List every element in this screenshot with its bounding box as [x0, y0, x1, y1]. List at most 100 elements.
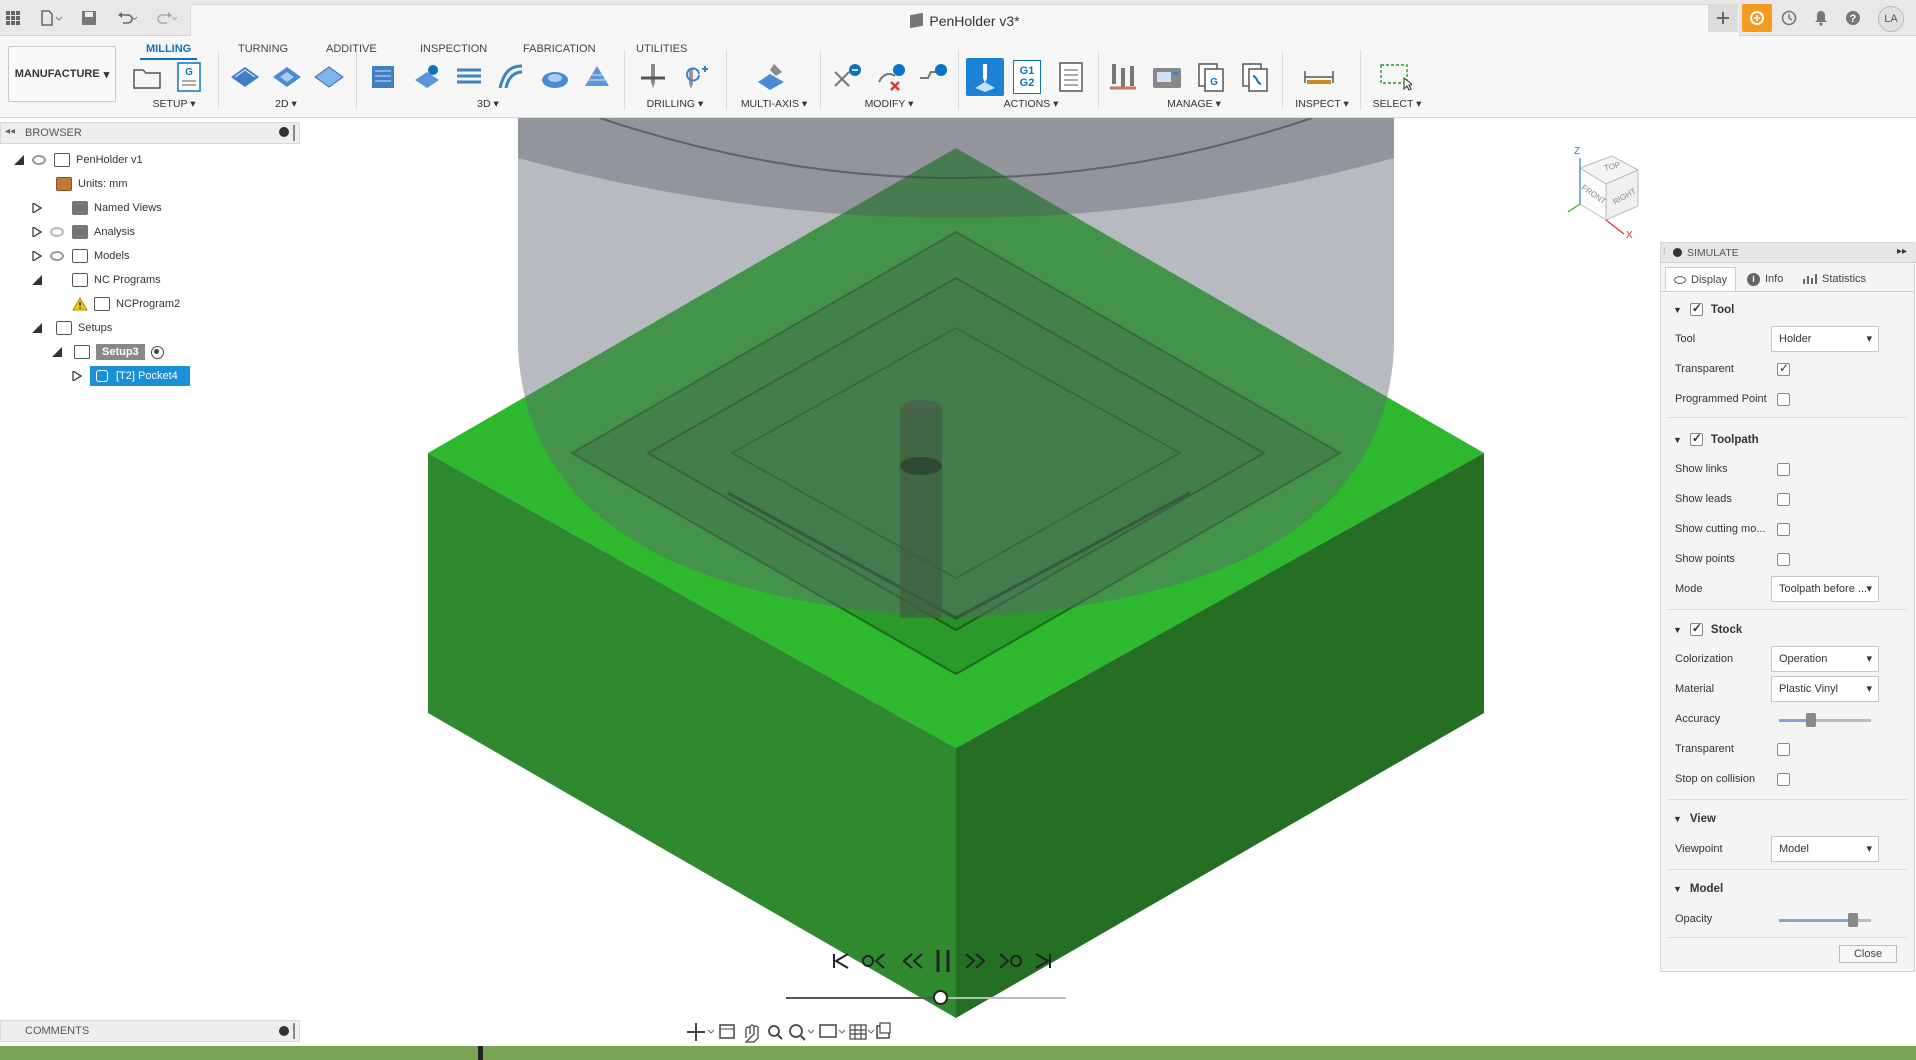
- comments-panel[interactable]: COMMENTS: [0, 1020, 300, 1042]
- tree-item-setups[interactable]: Setups: [32, 316, 112, 340]
- group-drilling[interactable]: DRILLING ▾: [636, 98, 714, 110]
- tree-item-analysis[interactable]: Analysis: [32, 220, 135, 244]
- mode-select[interactable]: Toolpath before ...: [1771, 576, 1879, 602]
- section-toolpath[interactable]: ▼ Toolpath: [1673, 431, 1759, 446]
- show-cutting-moves-checkbox[interactable]: [1777, 523, 1790, 536]
- go-to-end-icon[interactable]: [1035, 953, 1051, 969]
- 3d-adaptive-icon[interactable]: [366, 60, 400, 94]
- zoom-icon[interactable]: [768, 1025, 783, 1040]
- collapsed-triangle-icon[interactable]: [32, 203, 42, 213]
- tab-fabrication[interactable]: FABRICATION: [517, 38, 602, 60]
- group-setup[interactable]: SETUP ▾: [140, 98, 208, 110]
- hidden-visibility-icon[interactable]: [50, 227, 64, 237]
- group-multi-axis[interactable]: MULTI-AXIS ▾: [736, 98, 812, 110]
- tree-item-ncprogram2[interactable]: NCProgram2: [72, 292, 180, 316]
- tab-additive[interactable]: ADDITIVE: [320, 38, 383, 60]
- playback-slider[interactable]: [786, 990, 1066, 1005]
- group-manage[interactable]: MANAGE ▾: [1154, 98, 1234, 110]
- user-avatar[interactable]: LA: [1878, 6, 1904, 32]
- opacity-thumb[interactable]: [1847, 913, 1858, 927]
- tree-item-setup3[interactable]: Setup3: [52, 340, 164, 364]
- group-select[interactable]: SELECT ▾: [1368, 98, 1426, 110]
- 3d-parallel-icon[interactable]: [580, 60, 614, 94]
- 3d-pocket-icon[interactable]: [410, 60, 444, 94]
- measure-icon[interactable]: [1302, 60, 1336, 94]
- visibility-icon[interactable]: [32, 155, 46, 165]
- go-to-start-icon[interactable]: [833, 953, 849, 969]
- tab-utilities[interactable]: UTILITIES: [630, 38, 693, 60]
- tree-item-models[interactable]: Models: [32, 244, 129, 268]
- close-button[interactable]: Close: [1839, 945, 1897, 963]
- tree-item-named-views[interactable]: Named Views: [32, 196, 162, 220]
- show-points-checkbox[interactable]: [1777, 553, 1790, 566]
- nc-program-icon[interactable]: G: [172, 60, 206, 94]
- group-inspect[interactable]: INSPECT ▾: [1290, 98, 1354, 110]
- template-library-icon[interactable]: [1238, 60, 1272, 94]
- previous-operation-icon[interactable]: [862, 953, 885, 969]
- job-status-icon[interactable]: [1776, 5, 1802, 31]
- tree-item-pocket4[interactable]: [T2] Pocket4: [72, 364, 190, 388]
- visibility-icon[interactable]: [50, 251, 64, 261]
- section-tool[interactable]: ▼ Tool: [1673, 301, 1734, 316]
- collapsed-triangle-icon[interactable]: [32, 227, 42, 237]
- pin-icon[interactable]: [293, 125, 295, 141]
- help-icon[interactable]: ?: [1840, 5, 1866, 31]
- show-links-checkbox[interactable]: [1777, 463, 1790, 476]
- playback-thumb[interactable]: [933, 990, 948, 1005]
- pin-icon[interactable]: [293, 1023, 295, 1039]
- programmed-point-checkbox[interactable]: [1777, 393, 1790, 406]
- panel-options-icon[interactable]: [1673, 248, 1682, 257]
- 3d-steep-shallow-icon[interactable]: [452, 60, 486, 94]
- tool-enabled-checkbox[interactable]: [1689, 301, 1703, 316]
- fit-icon[interactable]: [789, 1024, 815, 1041]
- tree-item-nc-programs[interactable]: NC Programs: [32, 268, 161, 292]
- collapse-panel-icon[interactable]: ◂◂: [5, 126, 15, 137]
- collapsed-triangle-icon[interactable]: [72, 371, 82, 381]
- window-select-icon[interactable]: [1378, 60, 1412, 94]
- 2d-face-icon[interactable]: [312, 60, 346, 94]
- tab-milling[interactable]: MILLING: [140, 38, 198, 60]
- tab-statistics[interactable]: Statistics: [1795, 267, 1874, 291]
- accuracy-thumb[interactable]: [1806, 713, 1817, 727]
- active-setup-icon[interactable]: [150, 345, 164, 359]
- colorization-select[interactable]: Operation: [1771, 646, 1879, 672]
- step-forward-icon[interactable]: [965, 953, 986, 969]
- tree-item-root[interactable]: PenHolder v1: [14, 148, 143, 172]
- tab-inspection[interactable]: INSPECTION: [414, 38, 493, 60]
- stock-enabled-checkbox[interactable]: [1689, 621, 1703, 636]
- simulate-icon[interactable]: [966, 58, 1004, 96]
- multi-axis-icon[interactable]: [754, 60, 788, 94]
- pause-icon[interactable]: [936, 950, 950, 972]
- section-view[interactable]: ▼ View: [1673, 813, 1716, 825]
- expand-panel-icon[interactable]: ▸▸: [1897, 246, 1907, 257]
- section-collapse-icon[interactable]: ▼: [1673, 884, 1682, 894]
- tool-transparent-checkbox[interactable]: [1777, 361, 1790, 376]
- selected-operation[interactable]: [T2] Pocket4: [90, 366, 190, 386]
- setup-sheet-icon[interactable]: [1054, 60, 1088, 94]
- stop-on-collision-checkbox[interactable]: [1777, 773, 1790, 786]
- section-collapse-icon[interactable]: ▼: [1673, 625, 1682, 635]
- panel-options-icon[interactable]: [279, 127, 289, 137]
- look-at-icon[interactable]: [719, 1024, 735, 1039]
- post-library-icon[interactable]: G: [1194, 60, 1228, 94]
- undo-icon[interactable]: [110, 5, 144, 31]
- opacity-slider[interactable]: [1779, 913, 1871, 927]
- tab-info[interactable]: i Info: [1739, 267, 1791, 291]
- orbit-icon[interactable]: [687, 1023, 715, 1041]
- timeline-bar[interactable]: [0, 1046, 1916, 1060]
- trim-toolpath-icon[interactable]: [830, 60, 864, 94]
- drill-icon[interactable]: [636, 60, 670, 94]
- add-comment-icon[interactable]: [279, 1026, 289, 1036]
- edit-toolpath-icon[interactable]: [916, 60, 950, 94]
- 3d-viewport[interactable]: TOP FRONT RIGHT Z X: [300, 118, 1660, 1048]
- extensions-icon[interactable]: [1742, 4, 1772, 32]
- folder-setup-icon[interactable]: [130, 60, 164, 94]
- next-operation-icon[interactable]: [999, 953, 1022, 969]
- workspace-switcher[interactable]: MANUFACTURE ▾: [8, 46, 116, 102]
- simulation-scene[interactable]: [300, 118, 1660, 1048]
- display-settings-icon[interactable]: [819, 1024, 846, 1038]
- panel-grip-icon[interactable]: ⁞: [1663, 246, 1666, 256]
- apps-grid-icon[interactable]: [0, 5, 26, 31]
- new-tab-icon[interactable]: [1708, 4, 1738, 32]
- group-2d[interactable]: 2D ▾: [266, 98, 306, 110]
